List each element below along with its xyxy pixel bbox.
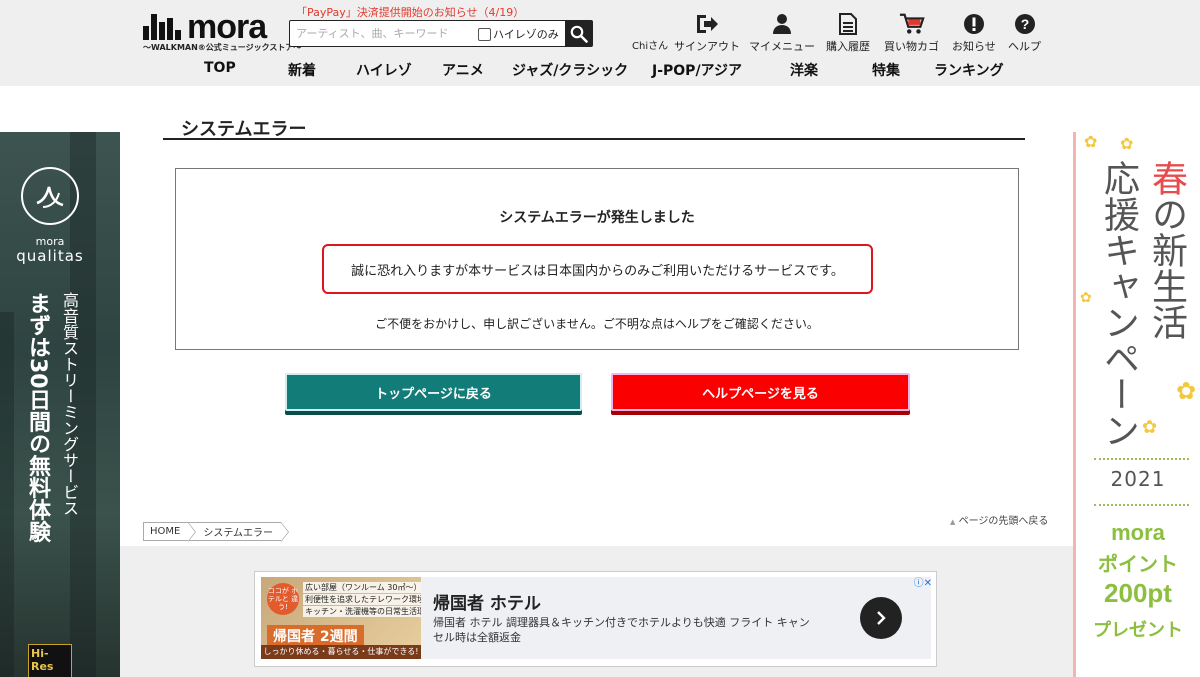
help-link[interactable]: ? ヘルプ: [1008, 12, 1041, 54]
campaign-year: 2021: [1110, 467, 1166, 491]
nav-new[interactable]: 新着: [288, 60, 316, 80]
right-ad-banner[interactable]: ✿ ✿ ✿ ✿ ✿ 春の新生活 応援キャンペーン 2021 mora ポイント …: [1073, 132, 1200, 677]
ad-image: ココが ホテルと 違う! 広い部屋（ワンルーム 30㎡〜） 利便性を追求したテレ…: [261, 577, 421, 659]
signout-icon: [694, 12, 720, 36]
mora-logo[interactable]: mora 〜WALKMAN®公式ミュージックストア〜: [143, 8, 301, 56]
nav-jpop-asia[interactable]: J-POP/アジア: [652, 60, 742, 80]
document-icon: [835, 12, 861, 36]
site-header: mora 〜WALKMAN®公式ミュージックストア〜 「PayPay」決済提供開…: [0, 0, 1200, 86]
notice-link[interactable]: お知らせ: [952, 12, 996, 54]
nav-hires[interactable]: ハイレゾ: [356, 60, 412, 80]
ad-body: 帰国者 ホテル 帰国者 ホテル 調理器具＆キッチン付きでホテルよりも快適 フライ…: [421, 577, 931, 659]
search-icon: [570, 25, 588, 43]
nav-western[interactable]: 洋楽: [790, 60, 818, 80]
purchase-history-link[interactable]: 購入履歴: [826, 12, 870, 54]
flower-icon: ✿: [1142, 417, 1158, 438]
search-button[interactable]: [565, 21, 592, 46]
promo-present: プレゼント: [1093, 620, 1183, 640]
ad-description: 帰国者 ホテル 調理器具＆キッチン付きでホテルよりも快適 フライト キャンセル時…: [433, 616, 810, 644]
hires-badge: Hi-Res: [28, 644, 72, 677]
ad-image-badge: ココが ホテルと 違う!: [267, 583, 299, 615]
nav-top[interactable]: TOP: [204, 60, 236, 76]
promo-mora: mora: [1111, 520, 1165, 545]
ad-open-button[interactable]: [860, 597, 902, 639]
info-icon[interactable]: ⓘ: [914, 578, 924, 589]
banner-main-text: まずは30日間の無料体験: [25, 292, 50, 543]
promo-amount: 200pt: [1104, 578, 1172, 608]
left-ad-banner[interactable]: mora qualitas まずは30日間の無料体験 高音質ストリーミングサービ…: [0, 132, 120, 677]
search-bar: ハイレゾのみ: [289, 20, 593, 47]
cart-link[interactable]: 買い物カゴ: [884, 12, 939, 54]
close-icon[interactable]: ✕: [924, 578, 932, 589]
qualitas-logo-icon: [21, 167, 79, 225]
svg-text:?: ?: [1020, 16, 1029, 32]
error-note: ご不便をおかけし、申し訳ございません。ご不明な点はヘルプをご確認ください。: [375, 317, 819, 331]
breadcrumb-current: システムエラー: [188, 522, 289, 542]
user-name: Chiさん: [632, 41, 669, 52]
nav-anime[interactable]: アニメ: [442, 60, 484, 80]
flower-icon: ✿: [1120, 134, 1134, 153]
news-link[interactable]: 「PayPay」決済提供開始のお知らせ（4/19）: [296, 4, 524, 20]
logo-subtitle: 〜WALKMAN®公式ミュージックストア〜: [143, 43, 302, 52]
chevron-right-icon: [877, 611, 886, 625]
error-heading: システムエラーが発生しました: [499, 210, 695, 226]
banner-sub-text: 高音質ストリーミングサービス: [60, 292, 79, 516]
hires-only-checkbox[interactable]: [478, 27, 491, 41]
cart-icon: [899, 12, 925, 36]
search-input[interactable]: [296, 24, 476, 43]
nav-ranking[interactable]: ランキング: [934, 60, 1004, 80]
title-divider: [163, 138, 1025, 140]
campaign-text-col1: 応援キャンペーン: [1098, 160, 1139, 448]
breadcrumb-home[interactable]: HOME: [143, 522, 197, 542]
signout-link[interactable]: サインアウト: [674, 12, 740, 54]
back-to-page-top-link[interactable]: ▲ ページの先頭へ戻る: [950, 512, 1048, 527]
nav-features[interactable]: 特集: [872, 60, 900, 80]
ad-unit[interactable]: ココが ホテルと 違う! 広い部屋（ワンルーム 30㎡〜） 利便性を追求したテレ…: [254, 571, 937, 667]
qualitas-brand: qualitas: [16, 247, 84, 265]
campaign-text-col2: 春の新生活: [1146, 160, 1187, 340]
exclamation-icon: [961, 12, 987, 36]
hires-only-toggle[interactable]: ハイレゾのみ: [478, 26, 559, 42]
triangle-up-icon: ▲: [950, 518, 956, 526]
hires-only-label: ハイレゾのみ: [493, 28, 559, 41]
breadcrumb: HOME システムエラー: [143, 522, 289, 542]
nav-jazz-classic[interactable]: ジャズ/クラシック: [512, 60, 628, 80]
help-icon: ?: [1012, 12, 1038, 36]
flower-icon: ✿: [1080, 290, 1092, 306]
flower-icon: ✿: [1084, 132, 1098, 151]
error-box: システムエラーが発生しました 誠に恐れ入りますが本サービスは日本国内からのみご利…: [175, 168, 1019, 350]
ad-title[interactable]: 帰国者 ホテル: [433, 589, 541, 614]
promo-point: ポイント: [1098, 554, 1178, 576]
logo-bars-icon: [143, 14, 183, 40]
my-menu-link[interactable]: マイメニュー: [749, 12, 815, 54]
ad-choices[interactable]: ⓘ✕: [914, 574, 932, 589]
global-nav: TOP 新着 ハイレゾ アニメ ジャズ/クラシック J-POP/アジア 洋楽 特…: [172, 60, 1032, 84]
back-to-top-page-button[interactable]: トップページに戻る: [285, 373, 582, 411]
help-page-button[interactable]: ヘルプページを見る: [611, 373, 910, 411]
user-icon: [769, 12, 795, 36]
error-message: 誠に恐れ入りますが本サービスは日本国内からのみご利用いただけるサービスです。: [322, 244, 873, 294]
